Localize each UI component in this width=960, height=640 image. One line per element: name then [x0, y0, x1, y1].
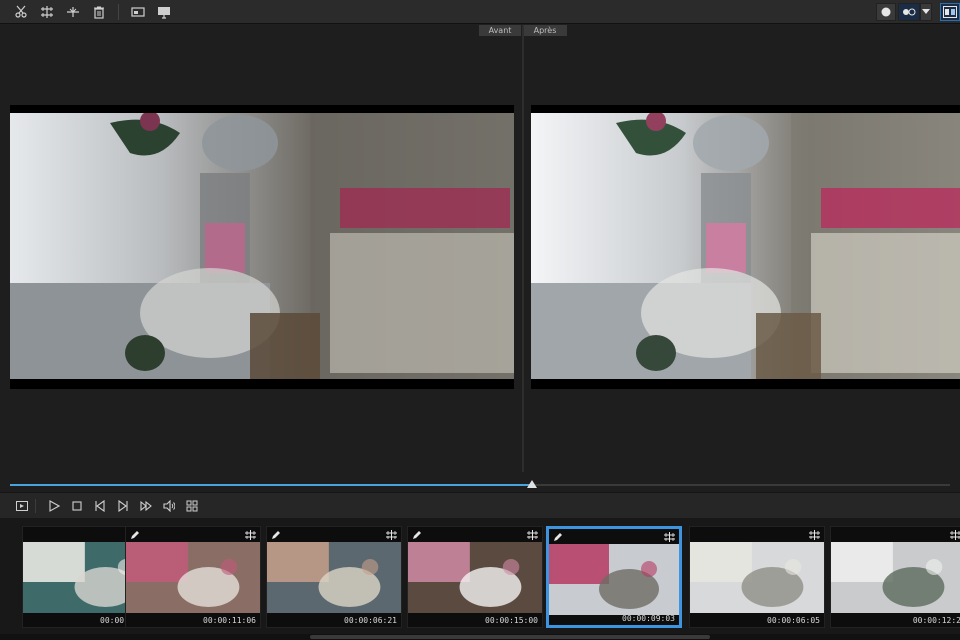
after-label[interactable]: Après: [523, 25, 567, 36]
storyboard-scrollbar[interactable]: [0, 634, 960, 640]
timeline-scrubber[interactable]: [0, 478, 960, 492]
playback-controls: [0, 492, 960, 518]
single-view-icon[interactable]: [876, 3, 896, 21]
chevron-down-icon[interactable]: [920, 3, 932, 21]
top-toolbar: [0, 0, 960, 24]
storyboard-clip[interactable]: 00:00:09:03: [546, 526, 682, 628]
clip-thumbnail: [267, 542, 401, 613]
clip-thumbnail: [690, 542, 824, 613]
snapshot-icon[interactable]: [125, 1, 151, 23]
clip-thumbnail: [549, 544, 679, 615]
video-editor-window: Avant Après 00:00:11:06 00:00:06:21 00:0…: [0, 0, 960, 640]
storyboard-clip[interactable]: 00:00:06:21: [266, 526, 402, 628]
clip-header: [690, 527, 824, 542]
scissors-icon[interactable]: [8, 1, 34, 23]
storyboard-clip[interactable]: 00:00:15:00: [407, 526, 543, 628]
fast-forward-icon[interactable]: [134, 495, 157, 517]
clip-duration: 00:00:06:05: [767, 616, 820, 625]
split-view-icon[interactable]: [898, 3, 920, 21]
before-preview-image: [10, 113, 514, 379]
stop-icon[interactable]: [65, 495, 88, 517]
scrubber-track[interactable]: [10, 480, 950, 488]
storyboard-clip[interactable]: 00:00:11:06: [125, 526, 261, 628]
clip-header: [267, 527, 401, 542]
controls-divider: [35, 498, 36, 513]
display-icon[interactable]: [151, 1, 177, 23]
clip-header: [408, 527, 542, 542]
clip-header: [126, 527, 260, 542]
clip-thumbnail: [831, 542, 960, 613]
clip-duration: 00:00:06:21: [344, 616, 397, 625]
storyboard-panel: 00:00:18:1700:00:11:0600:00:06:2100:00:1…: [0, 518, 960, 640]
split-clip-icon[interactable]: [34, 1, 60, 23]
scrollbar-thumb[interactable]: [310, 635, 710, 639]
scrubber-progress: [10, 484, 532, 486]
clip-header: [831, 527, 960, 542]
preview-panel: Avant Après: [0, 25, 960, 478]
storyboard-clip[interactable]: 00:00:12:2: [830, 526, 960, 628]
grid-icon[interactable]: [180, 495, 203, 517]
clip-duration: 00:00:11:06: [203, 616, 256, 625]
timeline-mode-icon[interactable]: [10, 495, 33, 517]
clip-duration: 00:00:12:2: [912, 616, 960, 625]
clip-duration: 00:00:15:00: [485, 616, 538, 625]
before-label[interactable]: Avant: [479, 25, 521, 36]
volume-icon[interactable]: [157, 495, 180, 517]
toolbar-divider: [118, 3, 119, 20]
after-preview-image: [531, 113, 960, 379]
playhead-handle[interactable]: [526, 480, 537, 488]
view-mode-group: [876, 3, 960, 21]
trim-icon[interactable]: [60, 1, 86, 23]
storyboard-clip[interactable]: 00:00:06:05: [689, 526, 825, 628]
before-preview-frame: [10, 105, 514, 389]
side-by-side-view-icon[interactable]: [940, 3, 960, 21]
compare-divider[interactable]: [522, 25, 524, 472]
trash-icon[interactable]: [86, 1, 112, 23]
clip-thumbnail: [126, 542, 260, 613]
clip-duration: 00:00:09:03: [622, 614, 675, 623]
after-preview-frame: [531, 105, 960, 389]
clip-thumbnail: [408, 542, 542, 613]
prev-frame-icon[interactable]: [88, 495, 111, 517]
clip-header: [549, 529, 679, 544]
play-icon[interactable]: [42, 495, 65, 517]
next-frame-icon[interactable]: [111, 495, 134, 517]
